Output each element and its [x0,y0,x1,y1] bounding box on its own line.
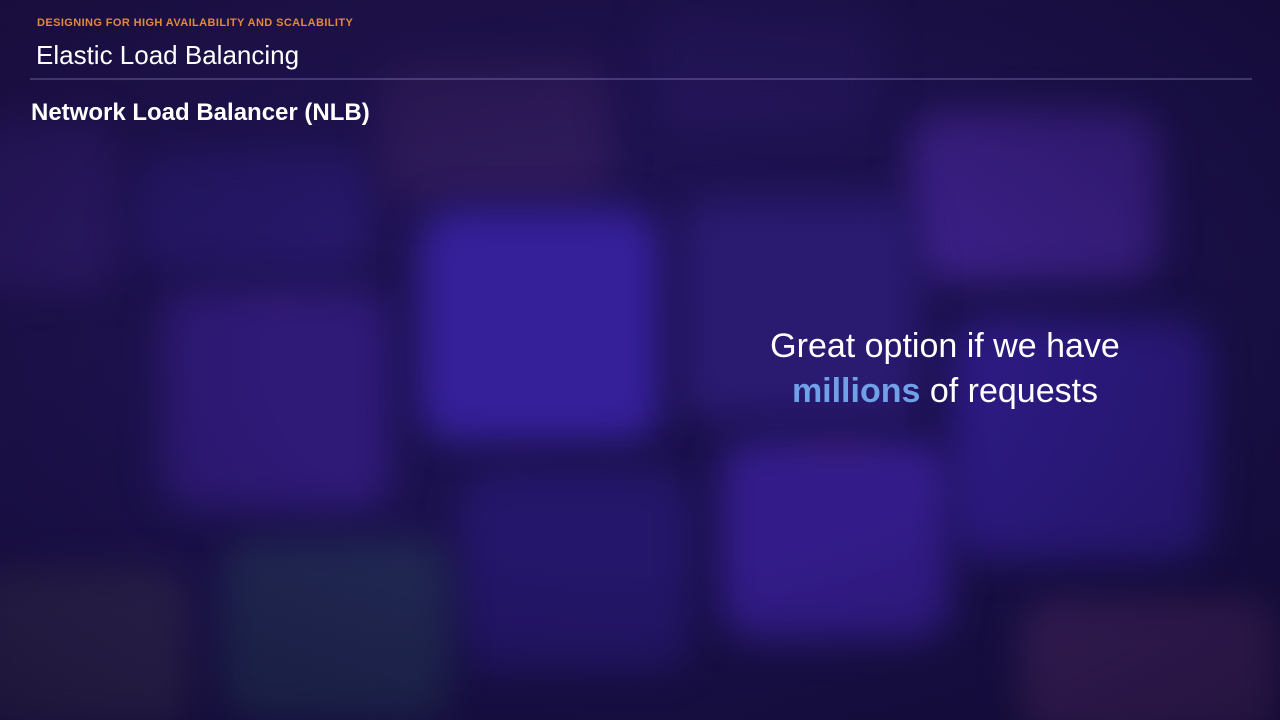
callout-line-2-rest: of requests [920,372,1099,410]
slide-canvas: DESIGNING FOR HIGH AVAILABILITY AND SCAL… [0,0,1280,720]
header-divider [30,78,1252,80]
callout-highlight: millions [791,372,921,410]
page-title: Elastic Load Balancing [36,40,300,70]
slide-subtitle: Network Load Balancer (NLB) [31,99,370,126]
section-label: DESIGNING FOR HIGH AVAILABILITY AND SCAL… [37,17,354,29]
callout-line-2: millions of requests [700,369,1190,414]
callout-text: Great option if we have millions of requ… [700,324,1190,414]
callout-line-1: Great option if we have [770,327,1120,365]
